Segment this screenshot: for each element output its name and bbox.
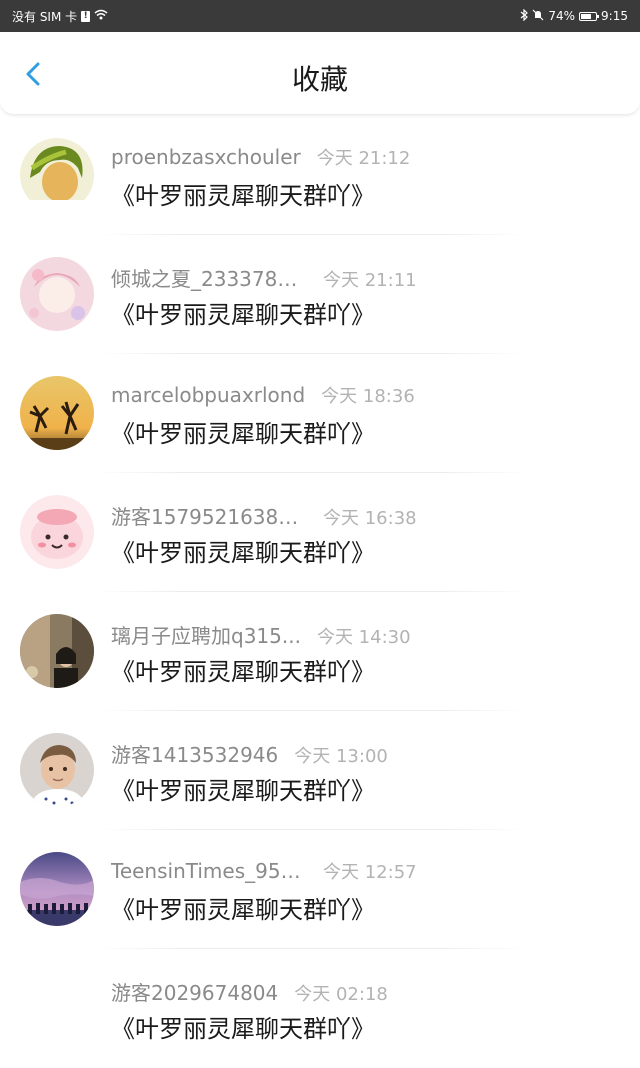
avatar — [20, 733, 94, 807]
item-username: proenbzasxchouler — [111, 145, 301, 169]
avatar — [20, 257, 94, 331]
avatar — [20, 852, 94, 926]
item-username: 璃月子应聘加q315... — [111, 624, 301, 648]
list-item[interactable]: proenbzasxchouler 今天 21:12 《叶罗丽灵犀聊天群吖》 — [0, 116, 640, 235]
item-meta: marcelobpuaxrlond 今天 18:36 — [111, 382, 415, 408]
item-title: 《叶罗丽灵犀聊天群吖》 — [111, 896, 375, 924]
item-meta: 游客2029674804 今天 02:18 — [111, 977, 388, 1006]
avatar — [20, 138, 94, 212]
item-title: 《叶罗丽灵犀聊天群吖》 — [111, 182, 375, 210]
status-left: 没有 SIM 卡 ! — [12, 8, 108, 25]
item-title: 《叶罗丽灵犀聊天群吖》 — [111, 301, 375, 329]
list-item[interactable]: 游客1413532946 今天 13:00 《叶罗丽灵犀聊天群吖》 — [0, 711, 640, 830]
favorites-list: proenbzasxchouler 今天 21:12 《叶罗丽灵犀聊天群吖》 倾… — [0, 116, 640, 1068]
item-timestamp: 今天 13:00 — [294, 746, 388, 767]
wifi-icon — [94, 9, 108, 23]
battery-percent: 74% — [548, 9, 576, 23]
item-timestamp: 今天 18:36 — [321, 386, 415, 407]
page-title: 收藏 — [291, 63, 348, 96]
avatar — [20, 376, 94, 450]
item-username: 游客2029674804 — [111, 981, 279, 1005]
item-meta: 璃月子应聘加q315... 今天 14:30 — [111, 620, 411, 649]
item-timestamp: 今天 12:57 — [323, 862, 417, 883]
sim-alert-icon: ! — [81, 10, 91, 22]
battery-level-fill — [581, 13, 592, 19]
item-meta: TeensinTimes_953... 今天 12:57 — [111, 858, 417, 884]
item-title: 《叶罗丽灵犀聊天群吖》 — [111, 777, 375, 805]
mute-bell-icon — [532, 9, 544, 24]
list-item[interactable]: 游客2029674804 今天 02:18 《叶罗丽灵犀聊天群吖》 — [0, 949, 640, 1068]
avatar — [20, 614, 94, 688]
carrier-label: 没有 SIM 卡 — [12, 9, 78, 24]
list-item[interactable]: marcelobpuaxrlond 今天 18:36 《叶罗丽灵犀聊天群吖》 — [0, 354, 640, 473]
item-meta: proenbzasxchouler 今天 21:12 — [111, 144, 410, 170]
item-timestamp: 今天 02:18 — [294, 984, 388, 1005]
item-timestamp: 今天 14:30 — [316, 627, 411, 648]
status-bar: 没有 SIM 卡 ! 74% 9:15 — [0, 0, 640, 32]
item-title: 《叶罗丽灵犀聊天群吖》 — [111, 539, 375, 567]
item-username: 倾城之夏_2333783... — [111, 267, 307, 291]
item-title: 《叶罗丽灵犀聊天群吖》 — [111, 420, 375, 448]
avatar — [20, 495, 94, 569]
item-timestamp: 今天 21:12 — [316, 148, 411, 169]
item-title: 《叶罗丽灵犀聊天群吖》 — [111, 1015, 375, 1043]
bluetooth-icon — [520, 8, 529, 24]
item-meta: 游客1413532946 今天 13:00 — [111, 739, 388, 768]
header-bar: 收藏 — [0, 32, 640, 115]
item-username: 游客1413532946 — [111, 743, 279, 767]
item-username: marcelobpuaxrlond — [111, 383, 306, 407]
item-timestamp: 今天 16:38 — [323, 508, 417, 529]
item-title: 《叶罗丽灵犀聊天群吖》 — [111, 658, 375, 686]
item-meta: 游客15795216384... 今天 16:38 — [111, 501, 417, 530]
list-item[interactable]: 游客15795216384... 今天 16:38 《叶罗丽灵犀聊天群吖》 — [0, 473, 640, 592]
item-username: 游客15795216384... — [111, 505, 307, 529]
list-item[interactable]: 倾城之夏_2333783... 今天 21:11 《叶罗丽灵犀聊天群吖》 — [0, 235, 640, 354]
battery-icon — [579, 11, 600, 21]
item-timestamp: 今天 21:11 — [323, 270, 417, 291]
item-meta: 倾城之夏_2333783... 今天 21:11 — [111, 263, 417, 292]
status-right: 74% 9:15 — [520, 8, 628, 24]
list-item[interactable]: TeensinTimes_953... 今天 12:57 《叶罗丽灵犀聊天群吖》 — [0, 830, 640, 949]
clock: 9:15 — [601, 9, 628, 23]
list-item[interactable]: 璃月子应聘加q315... 今天 14:30 《叶罗丽灵犀聊天群吖》 — [0, 592, 640, 711]
item-username: TeensinTimes_953... — [111, 859, 307, 883]
